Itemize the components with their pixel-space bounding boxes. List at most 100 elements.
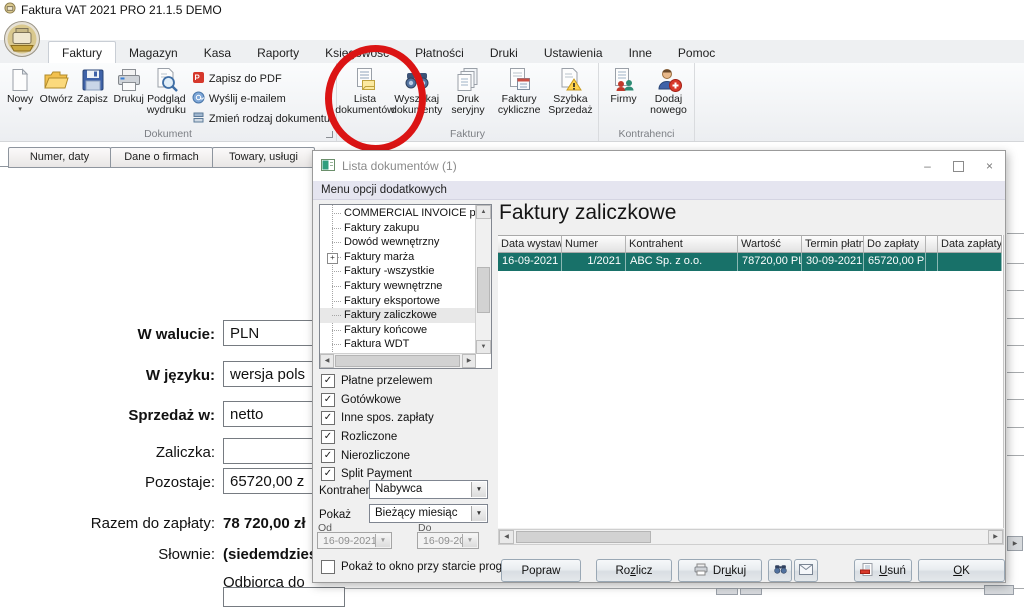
ribbon-tab-ustawienia[interactable]: Ustawienia (531, 42, 616, 63)
close-button[interactable]: × (974, 151, 1005, 181)
form-tab-towary-us-ugi[interactable]: Towary, usługi (212, 147, 315, 168)
ribbon-tab-pomoc[interactable]: Pomoc (665, 42, 728, 63)
scroll-right-arrow[interactable]: ▶ (988, 530, 1003, 544)
checkbox-icon[interactable] (321, 560, 335, 574)
chevron-down-icon[interactable]: ▼ (462, 534, 477, 547)
button-label: Rozlicz (615, 565, 652, 577)
column-header-warto[interactable]: Wartość (738, 235, 802, 253)
kontrahenci-buttons: FirmyDodaj nowego (599, 63, 694, 127)
otw-rz-button[interactable]: Otwórz (38, 65, 74, 105)
faktury-cykliczne-button[interactable]: Faktury cykliczne (494, 65, 545, 117)
checkbox-icon[interactable]: ✓ (321, 411, 335, 425)
tree-item-faktury-wewn-trzne[interactable]: Faktury wewnętrzne (320, 279, 476, 294)
scroll-left-arrow[interactable]: ◀ (320, 354, 334, 368)
checkbox-icon[interactable]: ✓ (321, 374, 335, 388)
usu-button[interactable]: Usuń (854, 559, 912, 582)
zapisz-do-pdf-button[interactable]: Zapisz do PDF (192, 71, 330, 87)
drukuj-button[interactable]: Drukuj (678, 559, 762, 582)
column-header-numer[interactable]: Numer (562, 235, 626, 253)
filter-checkbox-nierozliczone[interactable]: ✓Nierozliczone (321, 446, 434, 465)
tree-item-faktura-wdt[interactable]: Faktura WDT (320, 337, 476, 352)
firmy-button[interactable]: Firmy (601, 65, 646, 105)
column-header-data-zap-aty[interactable]: Data zapłaty (938, 235, 1002, 253)
column-header-do-zap-aty[interactable]: Do zapłaty (864, 235, 926, 253)
column-header-termin-p-atn[interactable]: Termin płatn (802, 235, 864, 253)
table-row[interactable]: 16-09-20211/2021ABC Sp. z o.o.78720,00 P… (498, 253, 1004, 271)
tree-item-faktury-wszystkie[interactable]: Faktury -wszystkie (320, 264, 476, 279)
dialog-title: Lista dokumentów (1) (342, 159, 457, 173)
form-tab-dane-o-firmach[interactable]: Dane o firmach (110, 147, 213, 168)
ribbon-tab-raporty[interactable]: Raporty (244, 42, 312, 63)
form-tab-numer-daty[interactable]: Numer, daty (8, 147, 111, 168)
pokaz-select[interactable]: Bieżący miesiąc ▼ (369, 504, 488, 523)
column-header-data-wystawi[interactable]: Data wystawi (498, 235, 562, 253)
drukuj-button[interactable]: Drukuj (111, 65, 147, 105)
show-on-startup-checkbox[interactable]: Pokaż to okno przy starcie programu (321, 560, 528, 574)
tree-item-faktury-eksportowe[interactable]: Faktury eksportowe (320, 294, 476, 309)
ribbon-tab-faktury[interactable]: Faktury (48, 41, 116, 63)
date-from-select[interactable]: 16-09-2021 ▼ (317, 532, 392, 549)
filter-checkbox-rozliczone[interactable]: ✓Rozliczone (321, 428, 434, 447)
scroll-down-arrow[interactable]: ▼ (476, 340, 491, 354)
lista-dokumentow-dialog: Lista dokumentów (1) – × Menu opcji doda… (312, 150, 1006, 583)
chevron-down-icon[interactable]: ▼ (471, 506, 486, 521)
tree-horizontal-scrollbar[interactable]: ◀ ▶ (320, 353, 476, 368)
szybka-sprzeda-button[interactable]: Szybka Sprzedaż (545, 65, 596, 117)
scroll-right-arrow[interactable]: ▶ (462, 354, 476, 368)
column-header-kontrahent[interactable]: Kontrahent (626, 235, 738, 253)
rozlicz-button[interactable]: Rozlicz (596, 559, 672, 582)
email-button[interactable] (794, 559, 818, 582)
tree-item-commercial-invoice-pro-for[interactable]: COMMERCIAL INVOICE pro-for (320, 206, 476, 221)
zapisz-button[interactable]: Zapisz (74, 65, 110, 105)
minimize-button[interactable]: – (912, 151, 943, 181)
popraw-button[interactable]: Popraw (501, 559, 581, 582)
ribbon-tab-inne[interactable]: Inne (616, 42, 665, 63)
nowy-button[interactable]: Nowy▾ (2, 65, 38, 114)
ribbon-tab-kasa[interactable]: Kasa (191, 42, 244, 63)
menu-opcji-dodatkowych[interactable]: Menu opcji dodatkowych (313, 181, 1005, 200)
ribbon-tab-p-atno-ci[interactable]: Płatności (402, 42, 477, 63)
podgl-d-wydruku-button[interactable]: Podgląd wydruku (147, 65, 186, 117)
column-header-x[interactable] (926, 235, 938, 253)
dokument-buttons: Nowy▾OtwórzZapiszDrukujPodgląd wydruku Za… (0, 63, 336, 127)
tree-item-faktury-zaliczkowe[interactable]: Faktury zaliczkowe (320, 308, 476, 323)
form-fragment-line (1007, 290, 1024, 291)
filter-checkbox-inne-spos-zap-aty[interactable]: ✓Inne spos. zapłaty (321, 409, 434, 428)
search-button[interactable] (768, 559, 792, 582)
tree-item-dow-d-wewn-trzny[interactable]: Dowód wewnętrzny (320, 235, 476, 250)
form-input-fragment[interactable] (223, 587, 345, 607)
druk-seryjny-button[interactable]: Druk seryjny (442, 65, 493, 117)
checkbox-icon[interactable]: ✓ (321, 430, 335, 444)
scroll-left-arrow[interactable]: ◀ (499, 530, 514, 544)
filter-checkbox-p-atne-przelewem[interactable]: ✓Płatne przelewem (321, 372, 434, 391)
scroll-thumb[interactable] (335, 355, 460, 367)
scroll-thumb[interactable] (516, 531, 651, 543)
app-menu-button[interactable] (3, 20, 41, 58)
filter-checkbox-got-wkowe[interactable]: ✓Gotówkowe (321, 391, 434, 410)
checkbox-icon[interactable]: ✓ (321, 449, 335, 463)
chevron-down-icon[interactable]: ▼ (375, 534, 390, 547)
scroll-thumb[interactable] (477, 267, 490, 313)
date-to-select[interactable]: 16-09-2021 ▼ (417, 532, 479, 549)
kontrahent-select[interactable]: Nabywca ▼ (369, 480, 488, 499)
tree-item-faktury-ko-cowe[interactable]: Faktury końcowe (320, 323, 476, 338)
ribbon-tab-magazyn[interactable]: Magazyn (116, 42, 191, 63)
chevron-down-icon[interactable]: ▼ (471, 482, 486, 497)
checkbox-icon[interactable]: ✓ (321, 467, 335, 481)
pdf-icon (192, 71, 205, 87)
zmie-rodzaj-dokumentu-button[interactable]: Zmień rodzaj dokumentu (192, 111, 330, 127)
dialog-launcher-icon[interactable] (326, 131, 333, 138)
ok-button[interactable]: OK (918, 559, 1005, 582)
tree-item-faktury-zakupu[interactable]: Faktury zakupu (320, 221, 476, 236)
pokaz-label: Pokaż (319, 509, 351, 521)
checkbox-icon[interactable]: ✓ (321, 393, 335, 407)
dodaj-nowego-button[interactable]: Dodaj nowego (646, 65, 691, 117)
wy-lij-e-mailem-button[interactable]: Wyślij e-mailem (192, 91, 330, 107)
expand-icon[interactable]: + (327, 253, 338, 264)
ribbon-tab-druki[interactable]: Druki (477, 42, 531, 63)
tree-vertical-scrollbar[interactable]: ▲ ▼ (475, 205, 491, 354)
maximize-button[interactable] (943, 151, 974, 181)
list-horizontal-scrollbar[interactable]: ◀ ▶ (498, 529, 1004, 545)
tree-item-faktury-mar-a[interactable]: +Faktury marża (320, 250, 476, 265)
scroll-up-arrow[interactable]: ▲ (476, 205, 491, 219)
